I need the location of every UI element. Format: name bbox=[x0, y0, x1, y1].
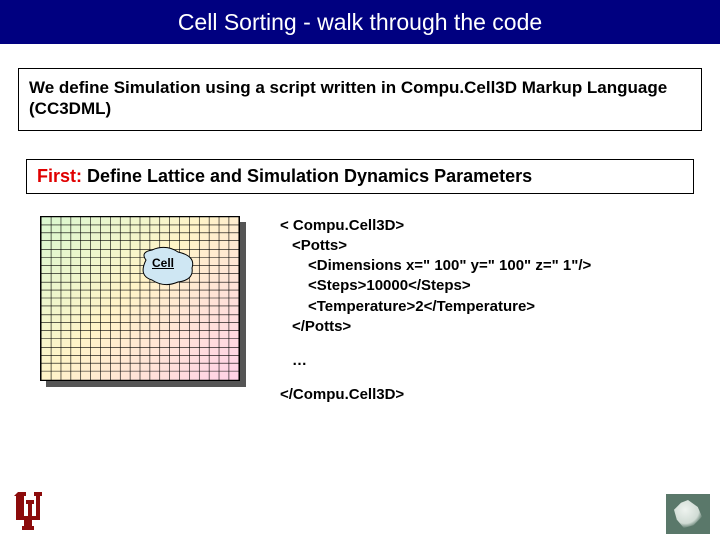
code-block: < Compu.Cell3D> <Potts> <Dimensions x=" … bbox=[280, 216, 591, 406]
code-line: < Compu.Cell3D> bbox=[280, 216, 591, 236]
cell-label: Cell bbox=[152, 256, 174, 270]
lattice-grid bbox=[40, 216, 240, 381]
footer bbox=[0, 492, 720, 540]
right-logo-icon bbox=[666, 494, 710, 534]
intro-text: We define Simulation using a script writ… bbox=[29, 78, 667, 118]
code-line: <Steps>10000</Steps> bbox=[280, 276, 591, 296]
code-line: <Temperature>2</Temperature> bbox=[280, 297, 591, 317]
intro-box: We define Simulation using a script writ… bbox=[18, 68, 702, 131]
code-line: <Potts> bbox=[280, 236, 591, 256]
first-prefix: First: bbox=[37, 166, 82, 186]
first-box: First: Define Lattice and Simulation Dyn… bbox=[26, 159, 694, 194]
code-line: </Potts> bbox=[280, 317, 591, 337]
slide-title: Cell Sorting - walk through the code bbox=[178, 9, 542, 36]
iu-logo-icon bbox=[12, 490, 48, 534]
code-line: </Compu.Cell3D> bbox=[280, 385, 591, 405]
code-line: … bbox=[280, 351, 591, 371]
slide-title-bar: Cell Sorting - walk through the code bbox=[0, 0, 720, 44]
grid-lines-icon bbox=[41, 217, 239, 380]
content-row: Cell < Compu.Cell3D> <Potts> <Dimensions… bbox=[40, 216, 720, 406]
first-rest: Define Lattice and Simulation Dynamics P… bbox=[82, 166, 532, 186]
lattice-figure: Cell bbox=[40, 216, 250, 391]
code-line: <Dimensions x=" 100" y=" 100" z=" 1"/> bbox=[280, 256, 591, 276]
